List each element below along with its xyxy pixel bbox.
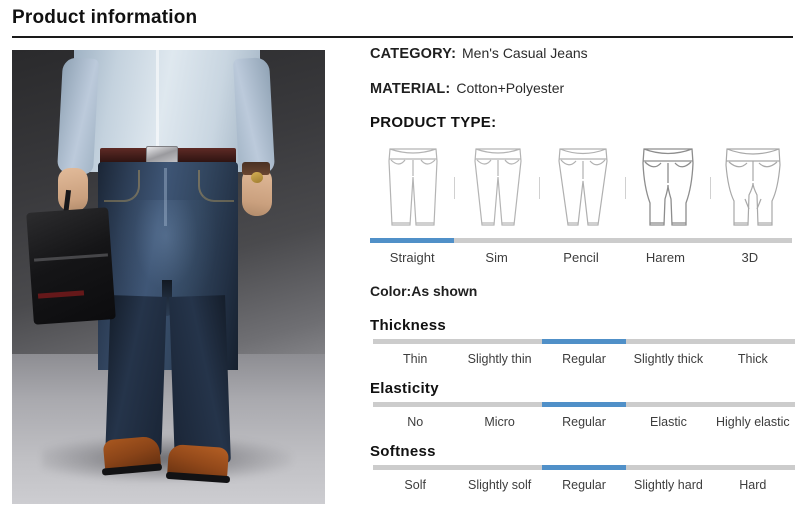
product-type-option-pencil[interactable] <box>539 139 625 235</box>
photo-jeans-left-pocket <box>104 170 140 202</box>
spec-material-label: MATERIAL: <box>370 81 451 97</box>
softness-option-hard[interactable]: Hard <box>711 474 795 496</box>
softness-selected-indicator <box>541 465 627 470</box>
thickness-option-regular[interactable]: Regular <box>542 348 626 370</box>
elasticity-option-no[interactable]: No <box>373 411 457 433</box>
thickness-selector-bar[interactable] <box>373 339 795 344</box>
attribute-softness-heading: Softness <box>370 443 436 460</box>
product-type-picker[interactable]: Straight Sim Pencil Harem 3D <box>370 139 796 269</box>
product-type-heading: PRODUCT TYPE: <box>370 114 497 131</box>
product-type-label-sim[interactable]: Sim <box>454 247 538 269</box>
softness-option-slightly-hard[interactable]: Slightly hard <box>626 474 710 496</box>
spec-material-value: Cotton+Polyester <box>456 80 565 96</box>
page-header: Product information <box>0 0 805 30</box>
photo-jeans-right-pocket <box>198 170 234 202</box>
elasticity-option-regular[interactable]: Regular <box>542 411 626 433</box>
product-type-option-sim[interactable] <box>454 139 540 235</box>
product-type-selector-bar[interactable] <box>370 238 792 243</box>
elasticity-selected-indicator <box>541 402 627 407</box>
product-photo-column <box>12 50 325 504</box>
photo-left-sleeve <box>56 57 100 175</box>
header-divider <box>12 36 793 38</box>
elasticity-option-highly-elastic[interactable]: Highly elastic <box>711 411 795 433</box>
product-info-column: CATEGORY: Men's Casual Jeans MATERIAL: C… <box>370 44 798 508</box>
attribute-elasticity-heading: Elasticity <box>370 380 439 397</box>
product-type-label-straight[interactable]: Straight <box>370 247 454 269</box>
spec-category: CATEGORY: Men's Casual Jeans <box>370 44 798 63</box>
straight-pants-icon <box>381 143 445 231</box>
product-photo <box>12 50 325 504</box>
3d-pants-icon <box>721 143 785 231</box>
photo-wristwatch-face <box>251 172 263 183</box>
spec-material: MATERIAL: Cotton+Polyester <box>370 79 798 98</box>
product-type-option-harem[interactable] <box>624 139 711 235</box>
photo-right-sleeve <box>232 57 276 175</box>
photo-jeans-fly <box>164 168 167 226</box>
attribute-thickness-heading: Thickness <box>370 317 447 334</box>
product-type-option-3d[interactable] <box>709 139 796 235</box>
photo-briefcase <box>26 207 116 325</box>
softness-option-regular[interactable]: Regular <box>542 474 626 496</box>
product-type-label-harem[interactable]: Harem <box>623 247 707 269</box>
spec-category-value: Men's Casual Jeans <box>462 45 588 61</box>
elasticity-option-micro[interactable]: Micro <box>457 411 541 433</box>
page-title: Product information <box>12 7 198 28</box>
product-type-option-straight[interactable] <box>370 139 455 235</box>
attribute-elasticity: Elasticity No Micro Regular Elastic High… <box>370 380 798 433</box>
softness-label-row: Solf Slightly solf Regular Slightly hard… <box>373 474 795 496</box>
photo-jeans-left-leg <box>105 295 167 457</box>
product-type-label-3d[interactable]: 3D <box>708 247 792 269</box>
product-type-icon-row <box>370 139 796 235</box>
elasticity-label-row: No Micro Regular Elastic Highly elastic <box>373 411 795 433</box>
photo-jeans-right-leg <box>169 295 231 465</box>
softness-option-slightly-solf[interactable]: Slightly solf <box>457 474 541 496</box>
thickness-selected-indicator <box>541 339 627 344</box>
attribute-softness: Softness Solf Slightly solf Regular Slig… <box>370 443 798 496</box>
thickness-option-slightly-thick[interactable]: Slightly thick <box>626 348 710 370</box>
thickness-label-row: Thin Slightly thin Regular Slightly thic… <box>373 348 795 370</box>
product-type-selected-indicator <box>370 238 455 243</box>
harem-pants-icon <box>636 143 700 231</box>
thickness-option-thick[interactable]: Thick <box>711 348 795 370</box>
spec-category-label: CATEGORY: <box>370 46 457 62</box>
pencil-pants-icon <box>551 143 615 231</box>
attribute-thickness: Thickness Thin Slightly thin Regular Sli… <box>370 317 798 370</box>
color-spec: Color:As shown <box>370 283 478 299</box>
product-type-label-pencil[interactable]: Pencil <box>539 247 623 269</box>
photo-left-hand <box>58 168 88 212</box>
elasticity-option-elastic[interactable]: Elastic <box>626 411 710 433</box>
content-area: CATEGORY: Men's Casual Jeans MATERIAL: C… <box>0 44 805 508</box>
thickness-option-thin[interactable]: Thin <box>373 348 457 370</box>
thickness-option-slightly-thin[interactable]: Slightly thin <box>457 348 541 370</box>
softness-selector-bar[interactable] <box>373 465 795 470</box>
slim-pants-icon <box>466 143 530 231</box>
product-type-label-row: Straight Sim Pencil Harem 3D <box>370 247 792 269</box>
elasticity-selector-bar[interactable] <box>373 402 795 407</box>
softness-option-solf[interactable]: Solf <box>373 474 457 496</box>
